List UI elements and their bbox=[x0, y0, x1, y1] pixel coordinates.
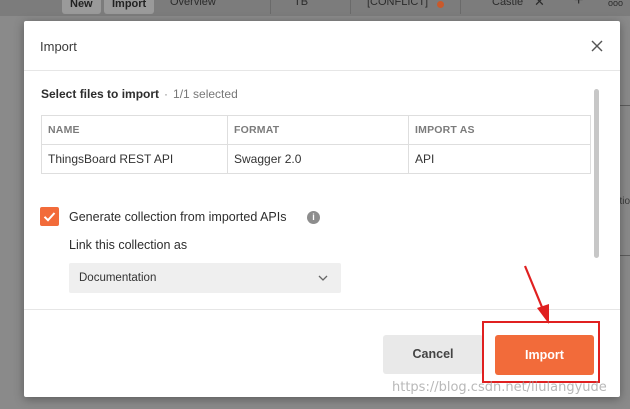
modal-header: Import bbox=[24, 21, 620, 71]
background-more-icon: ooo bbox=[608, 0, 624, 8]
column-header-format: FORMAT bbox=[227, 115, 409, 145]
unsaved-dot-icon bbox=[437, 1, 444, 8]
select-files-title: Select files to import bbox=[41, 87, 160, 101]
background-tab-tb: TB bbox=[294, 0, 309, 8]
selected-count: 1/1 selected bbox=[173, 87, 238, 101]
cell-format: Swagger 2.0 bbox=[227, 144, 409, 174]
link-collection-value: Documentation bbox=[79, 272, 157, 284]
background-tab-separator bbox=[350, 0, 351, 14]
info-icon[interactable]: i bbox=[307, 211, 320, 224]
background-tab-castle: Castle bbox=[492, 0, 524, 8]
column-header-import-as: IMPORT AS bbox=[408, 115, 591, 145]
heading-separator: · bbox=[164, 87, 169, 101]
background-tab-separator bbox=[270, 0, 271, 14]
background-import-button: Import bbox=[104, 0, 155, 14]
background-new-button: New bbox=[62, 0, 101, 14]
import-files-table: NAME FORMAT IMPORT AS ThingsBoard REST A… bbox=[41, 115, 591, 174]
chevron-down-icon bbox=[318, 275, 328, 281]
background-tab-conflict: [CONFLICT] bbox=[367, 0, 429, 8]
generate-collection-checkbox[interactable] bbox=[40, 207, 59, 226]
cancel-button[interactable]: Cancel bbox=[383, 335, 483, 374]
table-row[interactable]: ThingsBoard REST API Swagger 2.0 API bbox=[41, 144, 591, 174]
select-files-heading: Select files to import · 1/1 selected bbox=[41, 87, 238, 101]
background-divider bbox=[620, 255, 630, 256]
link-collection-select[interactable]: Documentation bbox=[69, 263, 341, 293]
column-header-name: NAME bbox=[41, 115, 228, 145]
background-tab-separator bbox=[460, 0, 461, 14]
background-side-text: tio bbox=[619, 196, 630, 207]
modal-scrollbar[interactable] bbox=[594, 89, 599, 258]
import-button[interactable]: Import bbox=[495, 335, 594, 375]
annotation-arrow-icon bbox=[523, 265, 549, 324]
modal-title: Import bbox=[40, 39, 77, 54]
background-plus-icon: + bbox=[574, 0, 584, 9]
background-tab-overview: Overview bbox=[170, 0, 216, 8]
import-modal: Import Select files to import · 1/1 select… bbox=[24, 21, 620, 397]
generate-collection-label: Generate collection from imported APIs bbox=[69, 210, 287, 224]
checkmark-icon bbox=[43, 212, 56, 222]
watermark: https://blog.csdn.net/liulangyude bbox=[392, 380, 607, 395]
table-header-row: NAME FORMAT IMPORT AS bbox=[41, 115, 591, 145]
link-collection-label: Link this collection as bbox=[69, 238, 188, 252]
close-icon bbox=[591, 40, 603, 52]
background-close-tab-icon: ✕ bbox=[534, 0, 545, 9]
close-button[interactable] bbox=[588, 37, 606, 55]
background-divider bbox=[620, 105, 630, 106]
cell-import-as: API bbox=[408, 144, 591, 174]
cell-name: ThingsBoard REST API bbox=[41, 144, 228, 174]
